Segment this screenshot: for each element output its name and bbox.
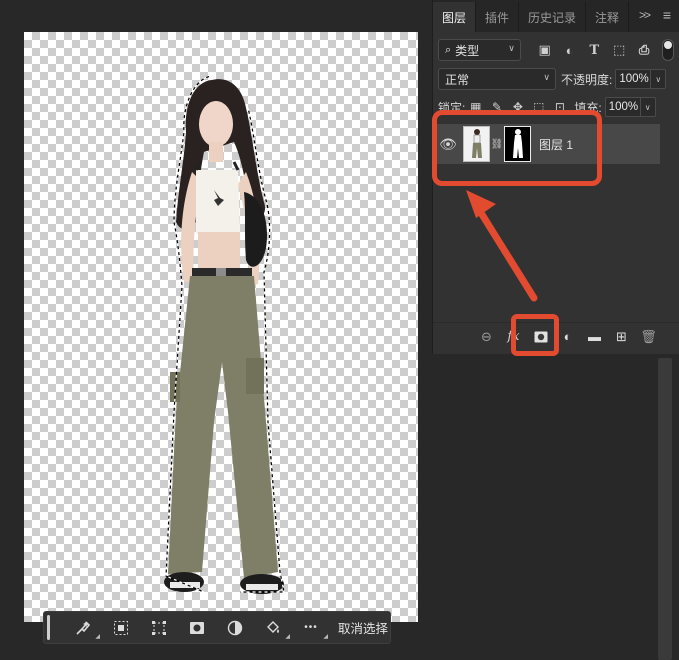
smart-object-filter-icon[interactable]: ⎙ <box>632 42 657 58</box>
fill-dropdown[interactable]: ∨ <box>640 97 656 117</box>
select-subject-brush-button[interactable]: ◢ <box>64 615 102 641</box>
image-filter-icon[interactable]: ▣ <box>532 42 557 58</box>
fill-icon <box>267 620 279 633</box>
double-chevron-right-icon[interactable]: >> <box>639 8 651 22</box>
select-subject-button[interactable] <box>102 615 140 641</box>
scrollbar-track[interactable] <box>658 358 672 660</box>
type-filter-icon[interactable]: T <box>582 43 607 58</box>
layer-filter-select[interactable]: ⌕ 类型 ∨ <box>438 39 521 61</box>
tab-plugins[interactable]: 插件 <box>476 2 520 32</box>
document-canvas[interactable] <box>24 32 418 622</box>
select-subject-brush-icon <box>76 620 91 635</box>
caret-icon: ◢ <box>95 633 100 640</box>
opacity-dropdown[interactable]: ∨ <box>651 69 667 89</box>
invert-selection-button[interactable] <box>216 615 254 641</box>
blend-mode-select[interactable]: 正常 ∨ <box>438 68 556 90</box>
chevron-down-icon: ∨ <box>543 72 550 82</box>
caret-icon: ◢ <box>323 633 328 640</box>
tab-layers[interactable]: 图层 <box>433 2 477 32</box>
invert-icon <box>227 620 243 635</box>
shape-filter-icon[interactable]: ⬚ <box>607 42 632 58</box>
hamburger-menu-icon[interactable]: ≡ <box>663 7 671 23</box>
cutout-figure <box>164 75 285 594</box>
tab-history[interactable]: 历史记录 <box>519 2 587 32</box>
link-layers-icon[interactable]: ⊖ <box>473 326 500 348</box>
opacity-input[interactable]: 100% <box>615 69 652 89</box>
adjustment-filter-icon[interactable]: ◐ <box>557 43 582 58</box>
new-layer-icon[interactable]: ⊞ <box>608 326 635 348</box>
create-mask-button[interactable] <box>178 615 216 641</box>
panel-tabs: 图层 插件 历史记录 注释 >> ≡ <box>433 0 679 32</box>
filter-toggle[interactable] <box>662 39 675 61</box>
taskbar-drag-handle[interactable] <box>47 615 50 640</box>
transform-selection-button[interactable] <box>140 615 178 641</box>
tab-notes[interactable]: 注释 <box>586 2 630 32</box>
contextual-task-bar: ◢ ◢ ••• ◢ 取消选择 <box>43 611 391 644</box>
more-options-button[interactable]: ••• ◢ <box>292 615 330 641</box>
opacity-label: 不透明度: <box>561 72 613 87</box>
search-icon: ⌕ <box>445 43 452 56</box>
fill-selection-button[interactable]: ◢ <box>254 615 292 641</box>
select-subject-icon <box>114 620 128 635</box>
deselect-button[interactable]: 取消选择 <box>338 618 388 637</box>
layer-filter-value: 类型 <box>455 43 480 58</box>
transform-selection-icon <box>152 620 166 635</box>
more-icon: ••• <box>304 622 318 633</box>
blend-mode-value: 正常 <box>445 72 470 87</box>
new-group-icon[interactable]: ▬ <box>581 326 608 348</box>
delete-layer-icon[interactable]: 🗑 <box>635 326 662 348</box>
fill-input[interactable]: 100% <box>604 97 641 117</box>
caret-icon: ◢ <box>285 633 290 640</box>
highlight-layer-row <box>432 110 602 186</box>
highlight-add-mask-button <box>511 314 559 356</box>
mask-icon <box>190 621 204 634</box>
chevron-down-icon: ∨ <box>508 43 515 53</box>
